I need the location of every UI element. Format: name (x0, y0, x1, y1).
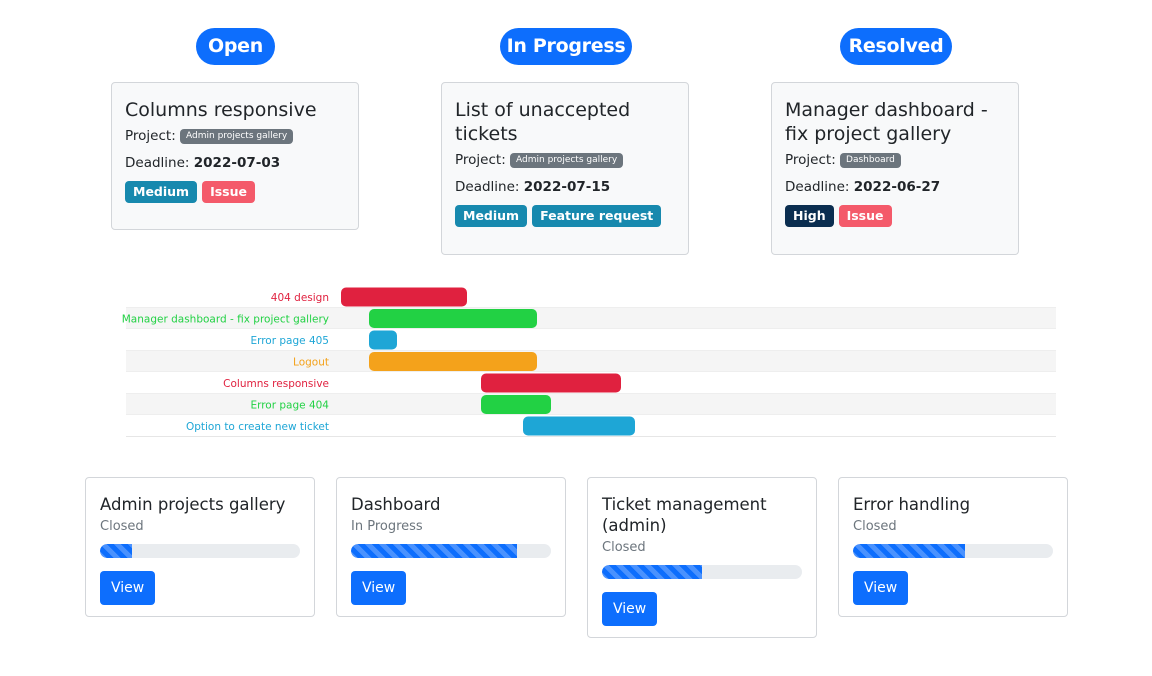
ticket-deadline-row: Deadline: 2022-06-27 (785, 178, 1005, 196)
project-card: Admin projects gallery Closed View (85, 477, 315, 617)
project-progress (853, 544, 1053, 558)
column-heading-in-progress[interactable]: In Progress (500, 28, 632, 65)
project-progress (100, 544, 300, 558)
deadline-label: Deadline: (455, 179, 520, 195)
gantt-row (126, 307, 1056, 329)
project-card: Dashboard In Progress View (336, 477, 566, 617)
deadline-label: Deadline: (125, 155, 190, 171)
type-tag: Feature request (532, 205, 662, 227)
view-button[interactable]: View (351, 571, 407, 605)
gantt-row (126, 372, 1056, 394)
project-badge: Admin projects gallery (510, 153, 624, 168)
ticket-tags: High Issue (785, 205, 1005, 227)
ticket-card[interactable]: Columns responsive Project: Admin projec… (111, 82, 359, 230)
project-status: Closed (853, 519, 897, 534)
project-label: Project: (455, 152, 506, 168)
progress-fill (351, 544, 517, 558)
project-title: Dashboard (351, 495, 441, 514)
deadline-label: Deadline: (785, 179, 850, 195)
gantt-row (126, 329, 1056, 351)
type-tag: Issue (838, 205, 892, 227)
priority-tag: High (785, 205, 834, 227)
project-card: Ticket management (admin) Closed View (587, 477, 817, 638)
project-title: Error handling (853, 495, 971, 514)
gantt-row (126, 286, 1056, 308)
column-heading-resolved[interactable]: Resolved (840, 28, 952, 65)
project-title: Admin projects gallery (100, 495, 286, 514)
project-label: Project: (125, 128, 176, 144)
ticket-title: List of unaccepted tickets (455, 99, 631, 145)
ticket-deadline-row: Deadline: 2022-07-15 (455, 178, 675, 196)
project-progress (351, 544, 551, 558)
project-title: Ticket management (admin) (602, 495, 767, 535)
project-status: Closed (602, 540, 646, 555)
view-button[interactable]: View (602, 592, 658, 626)
project-status: Closed (100, 519, 144, 534)
progress-fill (100, 544, 132, 558)
priority-tag: Medium (125, 181, 198, 203)
ticket-card[interactable]: Manager dashboard - fix project gallery … (771, 82, 1019, 255)
project-status: In Progress (351, 519, 423, 534)
view-button[interactable]: View (853, 571, 909, 605)
type-tag: Issue (202, 181, 255, 203)
progress-fill (853, 544, 965, 558)
column-heading-open[interactable]: Open (196, 28, 275, 65)
project-label: Project: (785, 152, 836, 168)
project-badge: Admin projects gallery (180, 129, 294, 144)
ticket-project-row: Project: Admin projects gallery (125, 127, 345, 145)
deadline-value: 2022-07-15 (523, 179, 611, 195)
gantt-row (126, 350, 1056, 372)
project-card: Error handling Closed View (838, 477, 1068, 617)
view-button[interactable]: View (100, 571, 156, 605)
gantt-row (126, 393, 1056, 415)
ticket-tags: Medium Feature request (455, 205, 675, 227)
deadline-value: 2022-06-27 (853, 179, 941, 195)
progress-fill (602, 565, 702, 579)
ticket-card[interactable]: List of unaccepted tickets Project: Admi… (441, 82, 689, 255)
project-badge: Dashboard (840, 153, 901, 168)
ticket-project-row: Project: Dashboard (785, 151, 1005, 169)
ticket-title: Columns responsive (125, 99, 317, 121)
project-progress (602, 565, 802, 579)
gantt-row (126, 415, 1056, 437)
deadline-value: 2022-07-03 (193, 155, 281, 171)
ticket-tags: Medium Issue (125, 181, 345, 203)
priority-tag: Medium (455, 205, 528, 227)
ticket-project-row: Project: Admin projects gallery (455, 151, 675, 169)
ticket-title: Manager dashboard - fix project gallery (785, 99, 988, 145)
ticket-deadline-row: Deadline: 2022-07-03 (125, 154, 345, 172)
